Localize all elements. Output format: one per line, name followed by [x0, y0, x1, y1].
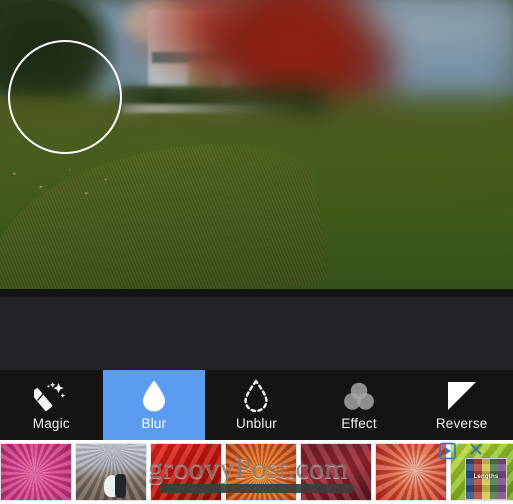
- tool-reverse[interactable]: Reverse: [410, 370, 513, 440]
- water-droplet-icon: [139, 377, 169, 415]
- app-root: Magic Blur Unblur Effect Reverse groovyP…: [0, 0, 513, 504]
- ad-image-wedding-tent[interactable]: [75, 443, 147, 501]
- magic-wand-icon: [34, 377, 68, 415]
- ad-banner[interactable]: groovyPost.com Lengths ✕: [0, 440, 513, 504]
- slider-panel: [0, 297, 513, 370]
- tool-unblur[interactable]: Unblur: [205, 370, 308, 440]
- blur-overlay-secondary: [130, 0, 513, 220]
- dashed-droplet-icon: [241, 377, 271, 415]
- tool-blur[interactable]: Blur: [102, 370, 206, 440]
- ad-thumbnail[interactable]: Lengths: [465, 458, 507, 500]
- ad-image-pink-fabric[interactable]: [0, 443, 72, 501]
- tool-effect[interactable]: Effect: [308, 370, 411, 440]
- tool-label-blur: Blur: [141, 416, 167, 431]
- blur-overlay-left: [0, 20, 180, 190]
- tool-label-magic: Magic: [32, 416, 70, 431]
- three-circles-icon: [342, 377, 376, 415]
- ad-thumbnail-label: Lengths: [473, 474, 499, 480]
- tool-toolbar: Magic Blur Unblur Effect Reverse: [0, 370, 513, 440]
- photo-canvas[interactable]: [0, 0, 513, 289]
- diagonal-square-icon: [446, 377, 478, 415]
- gesture-navigation-bar[interactable]: [160, 484, 354, 493]
- tool-magic[interactable]: Magic: [0, 370, 103, 440]
- tool-label-effect: Effect: [341, 416, 377, 431]
- adchoices-icon[interactable]: [439, 442, 461, 460]
- tool-label-reverse: Reverse: [435, 416, 488, 431]
- slider-divider: [0, 289, 513, 297]
- tool-label-unblur: Unblur: [236, 416, 277, 431]
- ad-close-button[interactable]: ✕: [465, 441, 487, 461]
